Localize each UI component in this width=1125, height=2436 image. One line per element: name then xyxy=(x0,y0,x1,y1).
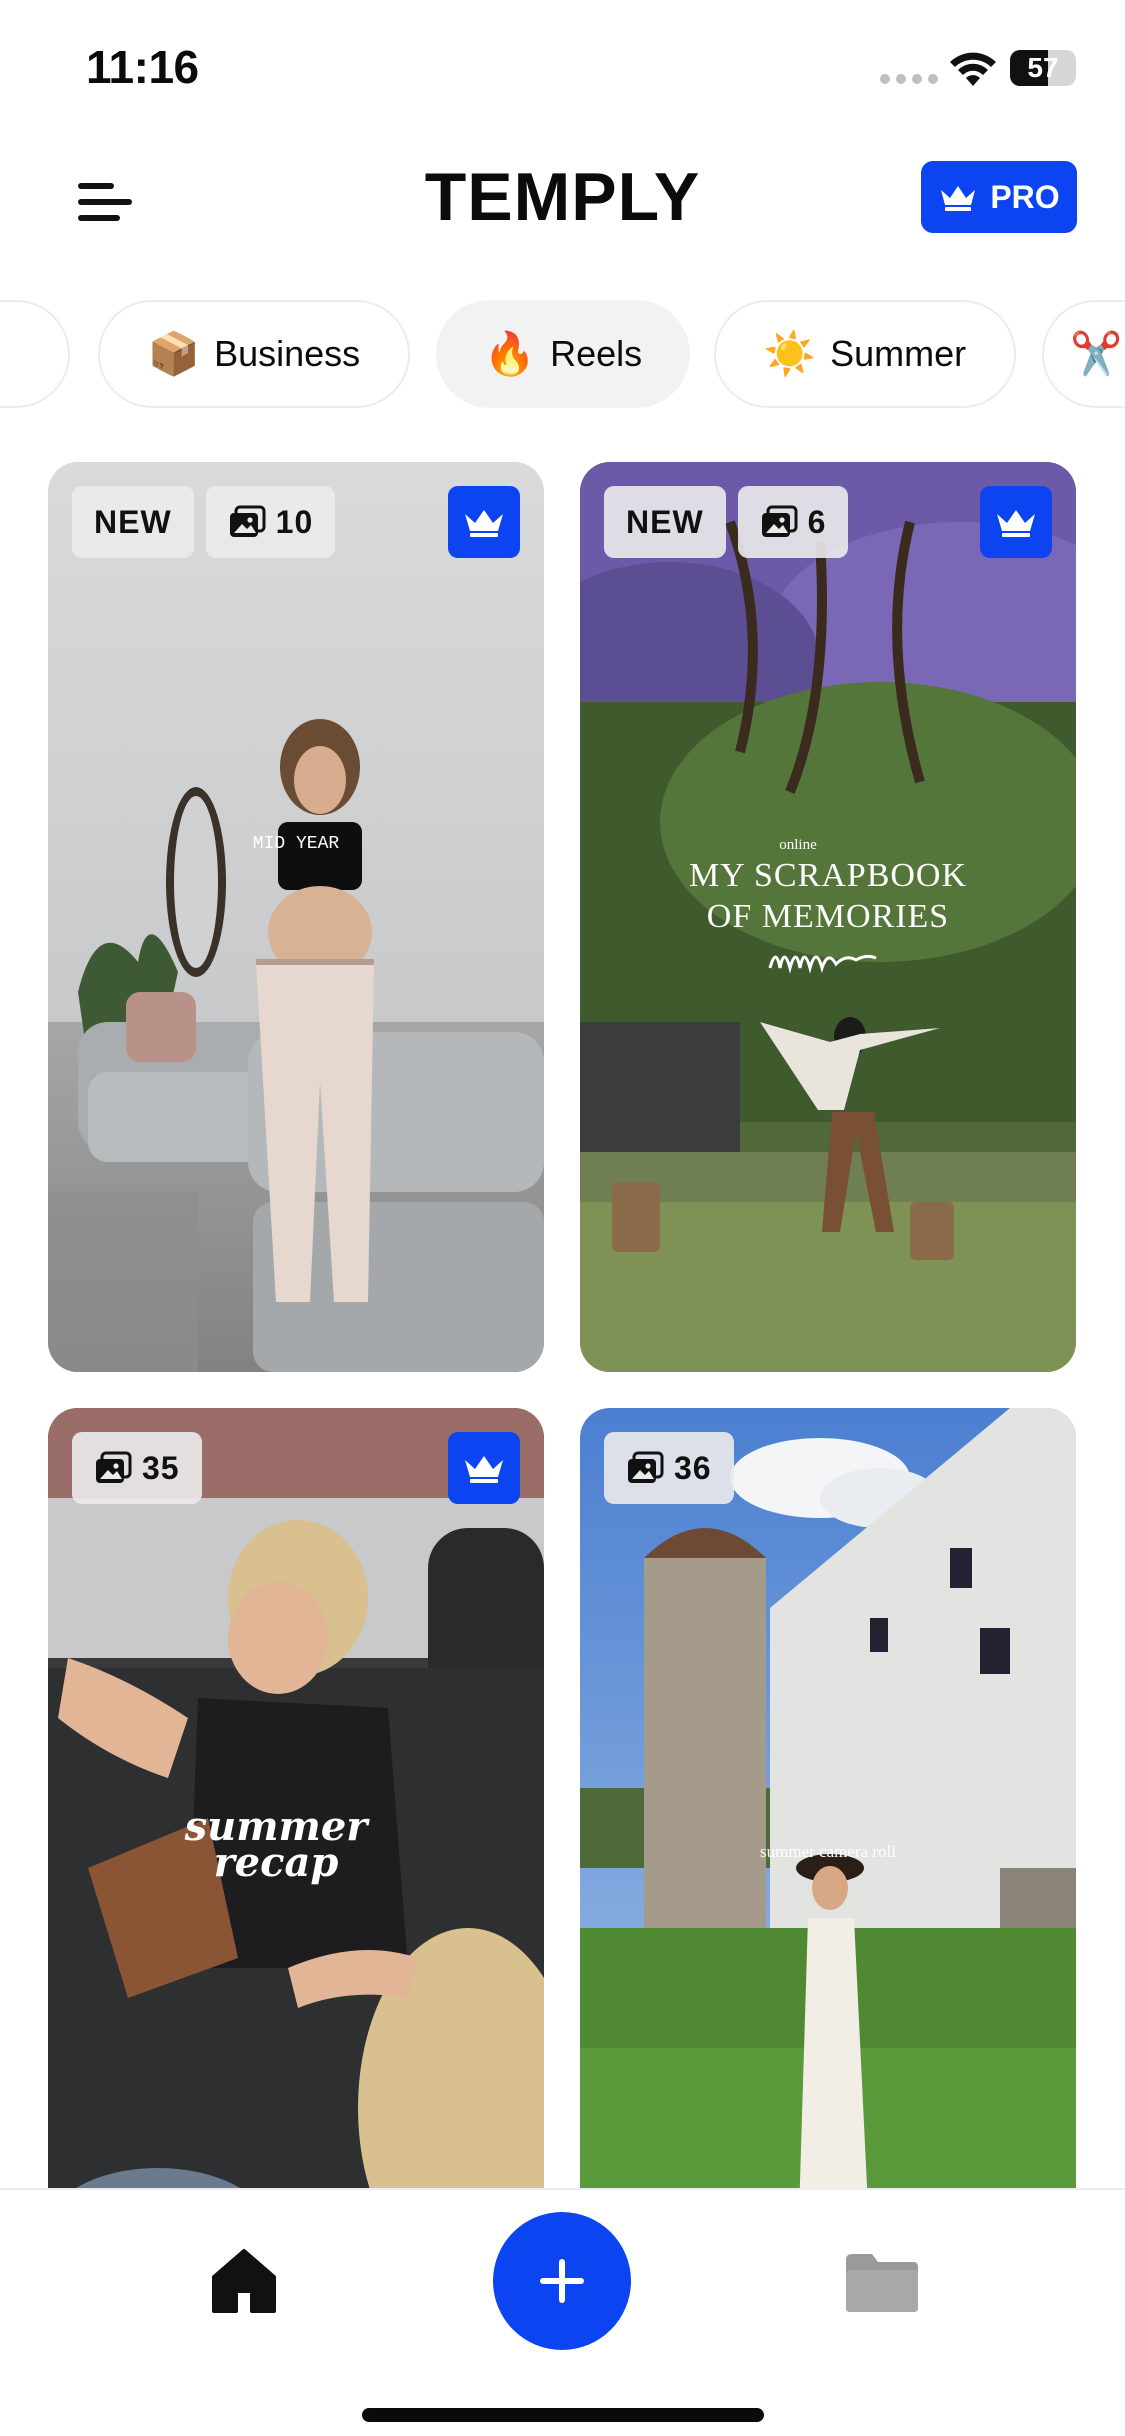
status-time: 11:16 xyxy=(86,41,199,93)
photo-count-badge: 6 xyxy=(737,486,849,558)
pro-template-badge xyxy=(980,486,1052,558)
photos-icon xyxy=(761,505,798,537)
cellular-signal-icon xyxy=(880,74,938,84)
template-card[interactable]: MID YEAR NEW 10 xyxy=(48,462,544,1372)
wifi-icon xyxy=(950,52,996,86)
category-label: Business xyxy=(214,333,361,374)
template-card[interactable]: summer camera roll 36 xyxy=(580,1408,1076,2268)
category-chips: ic 📦 Business 🔥 Reels ☀️ Summer ✂️ xyxy=(0,296,1125,412)
crown-icon xyxy=(465,1456,503,1483)
plus-icon xyxy=(540,2259,584,2303)
template-thumbnail xyxy=(580,1408,1076,2268)
photo-count-badge: 35 xyxy=(72,1432,202,1504)
photos-icon xyxy=(628,1451,664,1483)
signature-scribble-icon xyxy=(768,954,877,974)
template-overlay-text: summer camera roll xyxy=(760,1842,896,1861)
scissors-emoji-icon: ✂️ xyxy=(1070,330,1123,377)
package-emoji-icon: 📦 xyxy=(147,330,201,377)
folder-icon[interactable] xyxy=(844,2252,920,2314)
crown-icon xyxy=(465,510,503,537)
pro-template-badge xyxy=(448,1432,520,1504)
category-chip[interactable]: ✂️ xyxy=(1042,300,1125,408)
crown-icon xyxy=(941,186,976,211)
photos-icon xyxy=(96,1451,132,1483)
template-card[interactable]: online MY SCRAPBOOK OF MEMORIES NEW 6 xyxy=(580,462,1076,1372)
photo-count: 10 xyxy=(275,503,314,540)
photo-count-badge: 10 xyxy=(205,486,336,558)
template-overlay-annotation: online xyxy=(779,837,817,853)
new-badge: NEW xyxy=(72,486,194,558)
battery-level: 57 xyxy=(1027,52,1059,83)
template-overlay-subtitle: recap xyxy=(213,1839,339,1886)
photo-count: 36 xyxy=(674,1449,712,1486)
pro-button-label: PRO xyxy=(990,178,1060,215)
pro-template-badge xyxy=(448,486,520,558)
status-bar: 11:16 57 xyxy=(0,0,1125,140)
battery-icon: 57 xyxy=(1010,50,1076,86)
category-label: Summer xyxy=(830,333,967,374)
category-label: Reels xyxy=(550,333,643,374)
template-thumbnail xyxy=(48,462,544,1372)
photo-count: 6 xyxy=(807,503,827,540)
category-chip-business[interactable]: 📦 Business xyxy=(98,300,410,408)
crown-icon xyxy=(997,510,1035,537)
template-overlay-text: MID YEAR xyxy=(252,834,340,854)
fire-emoji-icon: 🔥 xyxy=(483,330,537,377)
template-overlay-subtitle: OF MEMORIES xyxy=(706,898,950,935)
home-indicator xyxy=(362,2408,764,2422)
bottom-navigation xyxy=(0,2188,1125,2436)
category-chip[interactable]: ic xyxy=(0,300,70,408)
template-overlay-title: MY SCRAPBOOK xyxy=(688,857,968,894)
photo-count: 35 xyxy=(142,1449,180,1486)
sun-emoji-icon: ☀️ xyxy=(763,330,817,377)
app-header: TEMPLY PRO xyxy=(0,140,1125,256)
home-icon[interactable] xyxy=(208,2245,280,2317)
category-chip-summer[interactable]: ☀️ Summer xyxy=(714,300,1016,408)
category-chip-reels[interactable]: 🔥 Reels xyxy=(436,300,690,408)
photos-icon xyxy=(229,505,266,537)
create-button[interactable] xyxy=(493,2212,631,2350)
new-badge: NEW xyxy=(604,486,726,558)
photo-count-badge: 36 xyxy=(604,1432,734,1504)
template-card[interactable]: summer recap 35 xyxy=(48,1408,544,2268)
pro-button[interactable]: PRO xyxy=(921,161,1077,233)
